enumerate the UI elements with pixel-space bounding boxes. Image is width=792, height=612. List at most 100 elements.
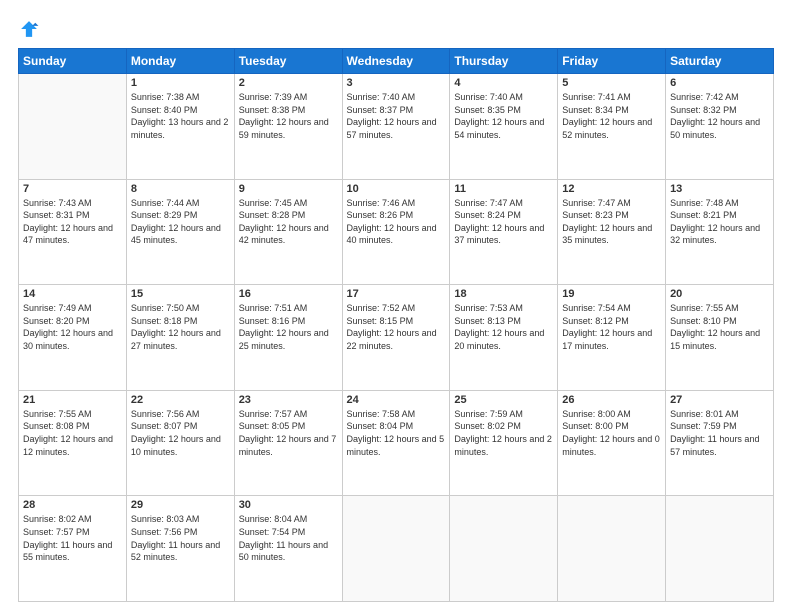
weekday-header-monday: Monday <box>126 49 234 74</box>
day-number: 10 <box>347 183 446 195</box>
day-info: Sunrise: 7:51 AMSunset: 8:16 PMDaylight:… <box>239 302 338 352</box>
day-number: 18 <box>454 288 553 300</box>
calendar-week-4: 28 Sunrise: 8:02 AMSunset: 7:57 PMDayligh… <box>19 496 774 602</box>
day-info: Sunrise: 8:00 AMSunset: 8:00 PMDaylight:… <box>562 408 661 458</box>
page: SundayMondayTuesdayWednesdayThursdayFrid… <box>0 0 792 612</box>
day-number: 4 <box>454 77 553 89</box>
calendar-cell: 13Sunrise: 7:48 AMSunset: 8:21 PMDayligh… <box>666 179 774 285</box>
calendar-cell: 12 Sunrise: 7:47 AMSunset: 8:23 PMDayligh… <box>558 179 666 285</box>
day-info: Sunrise: 7:55 AMSunset: 8:08 PMDaylight:… <box>23 408 122 458</box>
day-info: Sunrise: 7:45 AMSunset: 8:28 PMDaylight:… <box>239 197 338 247</box>
day-number: 6 <box>670 77 769 89</box>
day-info: Sunrise: 7:59 AMSunset: 8:02 PMDaylight:… <box>454 408 553 458</box>
day-info: Sunrise: 7:40 AMSunset: 8:37 PMDaylight:… <box>347 91 446 141</box>
calendar-cell: 8 Sunrise: 7:44 AMSunset: 8:29 PMDaylight… <box>126 179 234 285</box>
day-info: Sunrise: 7:55 AMSunset: 8:10 PMDaylight:… <box>670 302 769 352</box>
calendar-cell: 18Sunrise: 7:53 AMSunset: 8:13 PMDayligh… <box>450 285 558 391</box>
calendar-cell: 9 Sunrise: 7:45 AMSunset: 8:28 PMDaylight… <box>234 179 342 285</box>
day-number: 12 <box>562 183 661 195</box>
day-info: Sunrise: 7:39 AMSunset: 8:38 PMDaylight:… <box>239 91 338 141</box>
calendar-cell: 27 Sunrise: 8:01 AMSunset: 7:59 PMDayligh… <box>666 390 774 496</box>
weekday-header-tuesday: Tuesday <box>234 49 342 74</box>
day-number: 14 <box>23 288 122 300</box>
calendar-cell: 2 Sunrise: 7:39 AMSunset: 8:38 PMDaylight… <box>234 74 342 180</box>
day-number: 2 <box>239 77 338 89</box>
day-number: 5 <box>562 77 661 89</box>
day-info: Sunrise: 7:38 AMSunset: 8:40 PMDaylight:… <box>131 91 230 141</box>
logo <box>18 18 44 40</box>
day-number: 21 <box>23 394 122 406</box>
weekday-header-saturday: Saturday <box>666 49 774 74</box>
day-number: 16 <box>239 288 338 300</box>
day-number: 28 <box>23 499 122 511</box>
calendar-cell <box>19 74 127 180</box>
calendar-cell: 29 Sunrise: 8:03 AMSunset: 7:56 PMDayligh… <box>126 496 234 602</box>
calendar-cell: 16 Sunrise: 7:51 AMSunset: 8:16 PMDayligh… <box>234 285 342 391</box>
calendar-cell: 23Sunrise: 7:57 AMSunset: 8:05 PMDayligh… <box>234 390 342 496</box>
calendar-week-1: 7Sunrise: 7:43 AMSunset: 8:31 PMDaylight… <box>19 179 774 285</box>
calendar-cell: 24Sunrise: 7:58 AMSunset: 8:04 PMDayligh… <box>342 390 450 496</box>
day-number: 9 <box>239 183 338 195</box>
calendar-cell: 11 Sunrise: 7:47 AMSunset: 8:24 PMDayligh… <box>450 179 558 285</box>
calendar-cell: 5 Sunrise: 7:41 AMSunset: 8:34 PMDaylight… <box>558 74 666 180</box>
day-number: 15 <box>131 288 230 300</box>
day-info: Sunrise: 8:03 AMSunset: 7:56 PMDaylight:… <box>131 513 230 563</box>
calendar-table: SundayMondayTuesdayWednesdayThursdayFrid… <box>18 48 774 602</box>
calendar-cell <box>558 496 666 602</box>
day-info: Sunrise: 7:49 AMSunset: 8:20 PMDaylight:… <box>23 302 122 352</box>
calendar-cell: 30 Sunrise: 8:04 AMSunset: 7:54 PMDayligh… <box>234 496 342 602</box>
day-info: Sunrise: 7:40 AMSunset: 8:35 PMDaylight:… <box>454 91 553 141</box>
calendar-header-row: SundayMondayTuesdayWednesdayThursdayFrid… <box>19 49 774 74</box>
weekday-header-wednesday: Wednesday <box>342 49 450 74</box>
day-number: 25 <box>454 394 553 406</box>
day-info: Sunrise: 7:57 AMSunset: 8:05 PMDaylight:… <box>239 408 338 458</box>
day-info: Sunrise: 7:52 AMSunset: 8:15 PMDaylight:… <box>347 302 446 352</box>
day-number: 22 <box>131 394 230 406</box>
day-info: Sunrise: 7:47 AMSunset: 8:23 PMDaylight:… <box>562 197 661 247</box>
calendar-cell: 19 Sunrise: 7:54 AMSunset: 8:12 PMDayligh… <box>558 285 666 391</box>
calendar-cell: 1Sunrise: 7:38 AMSunset: 8:40 PMDaylight… <box>126 74 234 180</box>
calendar-cell: 17Sunrise: 7:52 AMSunset: 8:15 PMDayligh… <box>342 285 450 391</box>
day-info: Sunrise: 7:54 AMSunset: 8:12 PMDaylight:… <box>562 302 661 352</box>
day-info: Sunrise: 7:43 AMSunset: 8:31 PMDaylight:… <box>23 197 122 247</box>
day-number: 29 <box>131 499 230 511</box>
calendar-cell: 6Sunrise: 7:42 AMSunset: 8:32 PMDaylight… <box>666 74 774 180</box>
calendar-cell: 22 Sunrise: 7:56 AMSunset: 8:07 PMDayligh… <box>126 390 234 496</box>
calendar-cell <box>342 496 450 602</box>
day-info: Sunrise: 7:50 AMSunset: 8:18 PMDaylight:… <box>131 302 230 352</box>
weekday-header-sunday: Sunday <box>19 49 127 74</box>
calendar-cell: 15 Sunrise: 7:50 AMSunset: 8:18 PMDayligh… <box>126 285 234 391</box>
calendar-cell: 4 Sunrise: 7:40 AMSunset: 8:35 PMDaylight… <box>450 74 558 180</box>
weekday-header-friday: Friday <box>558 49 666 74</box>
day-number: 26 <box>562 394 661 406</box>
calendar-cell: 26 Sunrise: 8:00 AMSunset: 8:00 PMDayligh… <box>558 390 666 496</box>
calendar-cell: 21 Sunrise: 7:55 AMSunset: 8:08 PMDayligh… <box>19 390 127 496</box>
day-number: 3 <box>347 77 446 89</box>
day-info: Sunrise: 7:58 AMSunset: 8:04 PMDaylight:… <box>347 408 446 458</box>
day-info: Sunrise: 8:04 AMSunset: 7:54 PMDaylight:… <box>239 513 338 563</box>
calendar-cell: 25 Sunrise: 7:59 AMSunset: 8:02 PMDayligh… <box>450 390 558 496</box>
calendar-cell: 20Sunrise: 7:55 AMSunset: 8:10 PMDayligh… <box>666 285 774 391</box>
calendar-week-0: 1Sunrise: 7:38 AMSunset: 8:40 PMDaylight… <box>19 74 774 180</box>
day-number: 27 <box>670 394 769 406</box>
day-info: Sunrise: 7:46 AMSunset: 8:26 PMDaylight:… <box>347 197 446 247</box>
calendar-week-2: 14 Sunrise: 7:49 AMSunset: 8:20 PMDayligh… <box>19 285 774 391</box>
day-info: Sunrise: 8:01 AMSunset: 7:59 PMDaylight:… <box>670 408 769 458</box>
day-number: 11 <box>454 183 553 195</box>
day-info: Sunrise: 8:02 AMSunset: 7:57 PMDaylight:… <box>23 513 122 563</box>
calendar-cell: 3 Sunrise: 7:40 AMSunset: 8:37 PMDaylight… <box>342 74 450 180</box>
day-number: 30 <box>239 499 338 511</box>
calendar-cell <box>450 496 558 602</box>
calendar-cell: 28 Sunrise: 8:02 AMSunset: 7:57 PMDayligh… <box>19 496 127 602</box>
day-info: Sunrise: 7:44 AMSunset: 8:29 PMDaylight:… <box>131 197 230 247</box>
calendar-week-3: 21 Sunrise: 7:55 AMSunset: 8:08 PMDayligh… <box>19 390 774 496</box>
calendar-cell: 10 Sunrise: 7:46 AMSunset: 8:26 PMDayligh… <box>342 179 450 285</box>
day-number: 8 <box>131 183 230 195</box>
day-info: Sunrise: 7:41 AMSunset: 8:34 PMDaylight:… <box>562 91 661 141</box>
day-number: 19 <box>562 288 661 300</box>
day-info: Sunrise: 7:56 AMSunset: 8:07 PMDaylight:… <box>131 408 230 458</box>
weekday-header-thursday: Thursday <box>450 49 558 74</box>
day-number: 13 <box>670 183 769 195</box>
day-info: Sunrise: 7:47 AMSunset: 8:24 PMDaylight:… <box>454 197 553 247</box>
calendar-cell: 14 Sunrise: 7:49 AMSunset: 8:20 PMDayligh… <box>19 285 127 391</box>
